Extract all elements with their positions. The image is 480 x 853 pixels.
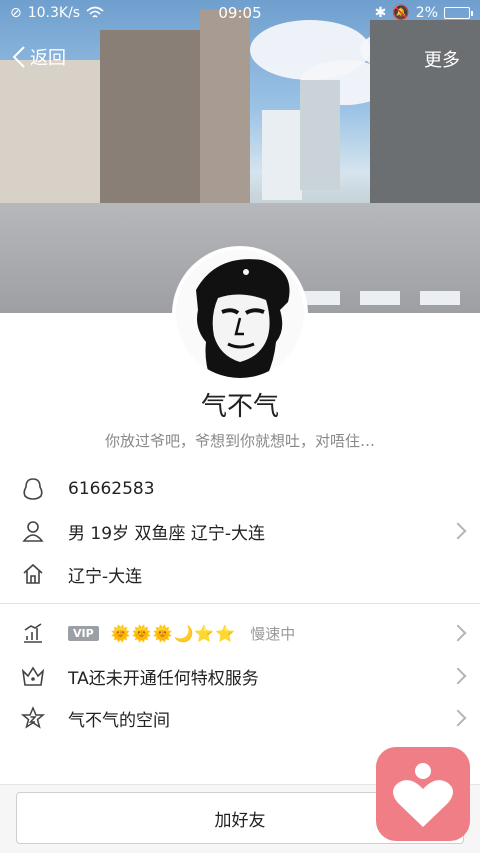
battery-percent: 2%: [415, 5, 438, 21]
chevron-right-icon: [449, 624, 467, 642]
avatar-portrait-icon: [196, 259, 290, 378]
space-label: 气不气的空间: [68, 710, 170, 731]
profile-signature: 你放过爷吧，爷想到你就想吐，对唔住…: [104, 432, 375, 450]
clock: 09:05: [218, 4, 262, 22]
status-bar: ⊘ 10.3K/s 09:05 ✱ 🔕 2%: [0, 0, 480, 26]
chevron-right-icon: [449, 709, 467, 727]
chevron-right-icon: [449, 522, 467, 540]
no-sim-icon: ⊘: [10, 5, 22, 21]
privilege-label: TA还未开通任何特权服务: [68, 668, 259, 689]
basic-info-row[interactable]: 男 19岁 双鱼座 辽宁-大连: [0, 510, 480, 552]
space-row[interactable]: 气不气的空间: [0, 697, 480, 739]
battery-icon: [444, 7, 473, 19]
wifi-icon: [86, 6, 104, 18]
chevron-left-icon: [12, 46, 25, 68]
mute-icon: 🔕: [392, 5, 410, 21]
level-icons: 🌞🌞🌞🌙⭐⭐: [110, 623, 237, 643]
qq-number: 61662583: [68, 479, 155, 499]
star-space-icon: [20, 705, 46, 731]
floating-app-icon[interactable]: [376, 747, 470, 841]
privilege-row[interactable]: TA还未开通任何特权服务: [0, 655, 480, 697]
heart-person-icon: [393, 763, 453, 827]
basic-info: 男 19岁 双鱼座 辽宁-大连: [68, 523, 265, 544]
hometown: 辽宁-大连: [68, 566, 143, 587]
bluetooth-icon: ✱: [374, 5, 387, 21]
network-speed: 10.3K/s: [27, 5, 81, 21]
penguin-icon: [20, 476, 46, 502]
hometown-row: 辽宁-大连: [0, 553, 480, 595]
home-icon: [20, 561, 46, 587]
chevron-right-icon: [449, 667, 467, 685]
back-button[interactable]: 返回: [12, 44, 66, 70]
avatar[interactable]: [172, 246, 308, 382]
person-icon: [20, 518, 46, 544]
vip-badge: VIP: [68, 625, 99, 641]
level-chart-icon: [20, 620, 46, 646]
profile-name: 气不气: [200, 392, 279, 422]
crown-icon: [20, 663, 46, 689]
qq-number-row: 61662583: [0, 468, 480, 510]
more-button[interactable]: 更多: [424, 46, 460, 72]
section-divider: [0, 603, 480, 604]
vip-level-row[interactable]: VIP 🌞🌞🌞🌙⭐⭐ 慢速中: [0, 612, 480, 654]
vip-speed-status: 慢速中: [250, 624, 296, 643]
back-label: 返回: [30, 48, 66, 69]
